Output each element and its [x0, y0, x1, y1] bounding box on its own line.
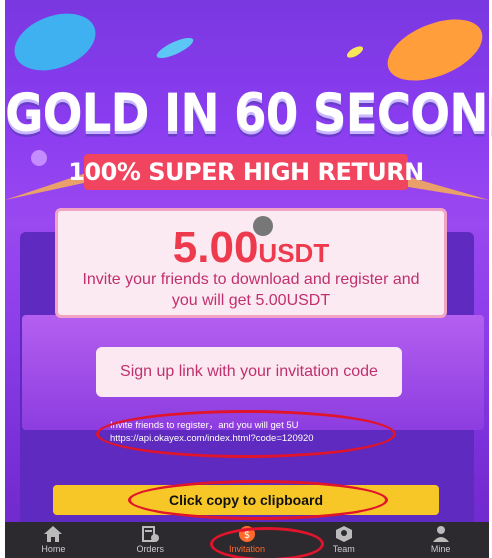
- home-icon: [44, 526, 63, 542]
- blue-blob-shape: [14, 13, 96, 71]
- reward-currency: USDT: [258, 238, 330, 268]
- annotation-circle-invitation-tab: [210, 527, 324, 558]
- reward-amount: 5.00USDT: [58, 223, 444, 273]
- blue-streak-shape: [156, 37, 194, 59]
- signup-link-button[interactable]: Sign up link with your invitation code: [96, 347, 402, 397]
- reward-card: 5.00USDT Invite your friends to download…: [55, 208, 447, 318]
- reward-description: Invite your friends to download and regi…: [82, 271, 420, 309]
- purple-dot-shape: [31, 150, 47, 166]
- tab-orders[interactable]: Orders: [102, 522, 199, 558]
- tab-label-orders: Orders: [136, 544, 164, 554]
- subheadline-text: 100% SUPER HIGH RETURN: [68, 158, 424, 186]
- tab-label-team: Team: [332, 544, 355, 554]
- invitation-screen: GOLD IN 60 SECONDS 100% SUPER HIGH RETUR…: [0, 0, 492, 558]
- tab-label-home: Home: [41, 544, 66, 554]
- subheadline-badge: 100% SUPER HIGH RETURN: [68, 154, 424, 190]
- orange-blob-shape: [387, 19, 483, 81]
- tab-label-mine: Mine: [430, 544, 451, 554]
- reward-amount-value: 5.00: [172, 223, 259, 272]
- tab-home[interactable]: Home: [5, 522, 102, 558]
- yellow-dot-shape: [346, 46, 364, 58]
- annotation-circle-link: [96, 410, 396, 458]
- tab-mine[interactable]: Mine: [392, 522, 489, 558]
- orders-icon: [142, 526, 160, 542]
- annotation-circle-copy: [128, 480, 388, 520]
- team-icon: [335, 526, 352, 542]
- headline-text: GOLD IN 60 SECONDS: [5, 82, 492, 145]
- user-icon: [432, 526, 449, 542]
